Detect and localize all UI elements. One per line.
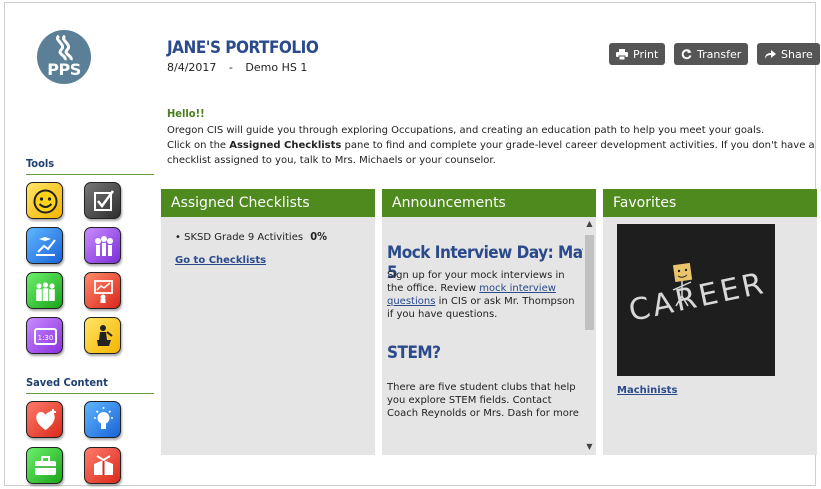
career-chalkboard-image[interactable]: CAREER — [617, 224, 775, 376]
checklist-item-percent: 0% — [310, 230, 328, 243]
announcement-body-stem: There are five student clubs that help y… — [387, 382, 579, 419]
announcements-scrollbar[interactable]: ▲ ▼ — [583, 217, 596, 455]
tools-heading: Tools — [26, 157, 55, 170]
intro-text: Oregon CIS will guide you through explor… — [167, 123, 817, 168]
announcements-header: Announcements — [382, 189, 596, 217]
favorites-header: Favorites — [603, 189, 817, 217]
saved-content-divider — [26, 393, 154, 394]
share-label: Share — [781, 47, 813, 61]
checklist-icon[interactable] — [84, 182, 121, 219]
logo-text: PPS — [47, 60, 81, 79]
gift-box-icon[interactable] — [84, 447, 121, 484]
transfer-button[interactable]: Transfer — [674, 43, 749, 65]
portfolio-date: 8/4/2017 — [167, 61, 217, 74]
announcements-panel: Announcements Mock Interview Day: May 5 … — [382, 189, 596, 455]
share-button[interactable]: Share — [757, 43, 820, 65]
intro-line-2-end: pane to find and complete your grade-lev… — [341, 140, 815, 151]
student-desk-icon[interactable] — [84, 317, 121, 354]
intro-line-2-start: Click on the — [167, 140, 230, 151]
announcements-content: Mock Interview Day: May 5 Sign up for yo… — [382, 217, 592, 455]
pps-logo[interactable]: PPS — [37, 30, 91, 84]
favorites-panel: Favorites CAREER Machinists — [603, 189, 817, 455]
scroll-up-icon[interactable]: ▲ — [583, 219, 596, 228]
checklist-item-name: SKSD Grade 9 Activities — [184, 232, 304, 243]
share-arrow-icon — [765, 49, 776, 59]
print-label: Print — [633, 47, 659, 61]
scrollbar-thumb[interactable] — [585, 235, 594, 330]
smiley-icon[interactable] — [26, 182, 63, 219]
announcement-body-mock-interview: Sign up for your mock interviews in the … — [387, 269, 583, 321]
clock-icon[interactable]: 1:30 — [26, 317, 63, 354]
go-to-checklists-link[interactable]: Go to Checklists — [175, 255, 266, 266]
people-group-icon[interactable] — [26, 272, 63, 309]
school-name: Demo HS 1 — [245, 61, 308, 74]
print-button[interactable]: Print — [609, 43, 666, 65]
lightbulb-icon[interactable] — [84, 401, 121, 438]
printer-icon — [616, 48, 628, 60]
refresh-icon — [681, 48, 692, 59]
greeting: Hello!! — [167, 107, 205, 120]
scroll-down-icon[interactable]: ▼ — [583, 442, 596, 451]
svg-text:1:30: 1:30 — [38, 334, 54, 342]
intro-line-2: Click on the Assigned Checklists pane to… — [167, 138, 817, 153]
checklist-bullet: • — [175, 232, 181, 243]
team-icon[interactable] — [84, 227, 121, 264]
portfolio-page: PPS JANE'S PORTFOLIO 8/4/2017 - Demo HS … — [4, 2, 820, 486]
career-chart-icon[interactable] — [84, 272, 121, 309]
intro-line-2-bold: Assigned Checklists — [229, 140, 342, 151]
assigned-checklists-panel: Assigned Checklists • SKSD Grade 9 Activ… — [161, 189, 375, 455]
intro-line-3: checklist assigned to you, talk to Mrs. … — [167, 155, 496, 166]
page-subtitle: 8/4/2017 - Demo HS 1 — [167, 61, 307, 74]
heart-plus-icon[interactable] — [26, 401, 63, 438]
briefcase-icon[interactable] — [26, 447, 63, 484]
transfer-label: Transfer — [697, 47, 742, 61]
assigned-checklists-header: Assigned Checklists — [161, 189, 375, 217]
saved-content-heading: Saved Content — [26, 376, 108, 389]
machinists-link[interactable]: Machinists — [617, 385, 677, 396]
tools-divider — [26, 174, 154, 175]
intro-line-1: Oregon CIS will guide you through explor… — [167, 125, 765, 136]
subtitle-separator: - — [228, 61, 233, 74]
checklist-item: • SKSD Grade 9 Activities 0% — [175, 230, 327, 243]
announcement-heading-stem: STEM? — [387, 343, 441, 363]
page-title: JANE'S PORTFOLIO — [167, 38, 319, 58]
graduation-chart-icon[interactable] — [26, 227, 63, 264]
